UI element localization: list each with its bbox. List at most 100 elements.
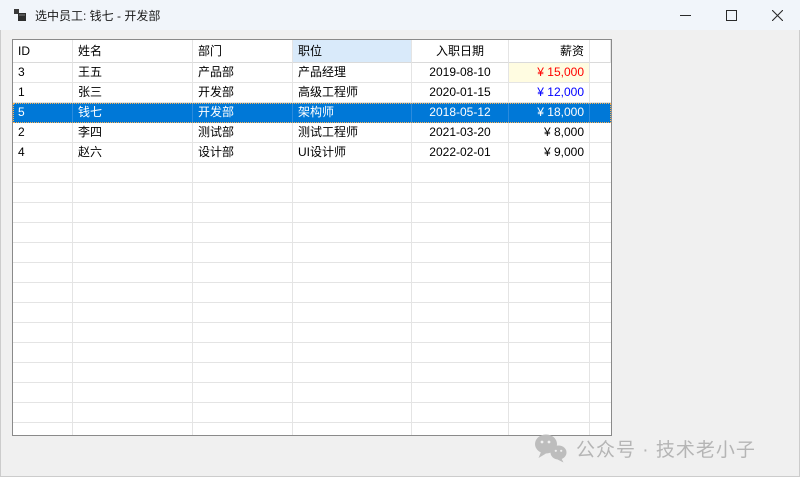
grid-cell[interactable] [193, 383, 293, 403]
grid-cell[interactable] [509, 323, 590, 343]
grid-cell[interactable] [193, 303, 293, 323]
grid-cell[interactable] [293, 163, 412, 183]
grid-cell[interactable] [293, 423, 412, 436]
grid-cell[interactable] [509, 283, 590, 303]
grid-cell[interactable] [73, 223, 193, 243]
grid-cell[interactable] [73, 243, 193, 263]
grid-cell[interactable]: ¥ 8,000 [509, 123, 590, 143]
column-header-1[interactable]: 姓名 [73, 40, 193, 63]
grid-cell[interactable]: ¥ 9,000 [509, 143, 590, 163]
grid-cell[interactable] [13, 263, 73, 283]
grid-cell[interactable]: ¥ 18,000 [509, 103, 590, 123]
column-header-5[interactable]: 薪资 [509, 40, 590, 63]
grid-cell[interactable] [509, 163, 590, 183]
grid-cell[interactable]: 4 [13, 143, 73, 163]
grid-cell[interactable] [509, 223, 590, 243]
grid-cell[interactable]: 产品经理 [293, 63, 412, 83]
grid-cell[interactable] [293, 283, 412, 303]
grid-cell[interactable] [412, 363, 509, 383]
grid-cell[interactable] [293, 363, 412, 383]
empty-row[interactable] [13, 363, 611, 383]
grid-cell[interactable] [193, 263, 293, 283]
grid-cell[interactable] [73, 403, 193, 423]
grid-cell[interactable] [73, 203, 193, 223]
grid-cell[interactable] [73, 303, 193, 323]
empty-row[interactable] [13, 243, 611, 263]
grid-cell[interactable] [13, 303, 73, 323]
grid-cell[interactable] [412, 203, 509, 223]
grid-cell[interactable] [193, 323, 293, 343]
table-row[interactable]: 1张三开发部高级工程师2020-01-15¥ 12,000 [13, 83, 611, 103]
grid-cell[interactable] [293, 223, 412, 243]
grid-cell[interactable] [193, 283, 293, 303]
grid-cell[interactable] [293, 303, 412, 323]
grid-cell[interactable]: 高级工程师 [293, 83, 412, 103]
grid-cell[interactable]: 李四 [73, 123, 193, 143]
grid-cell[interactable] [293, 383, 412, 403]
grid-cell[interactable] [509, 263, 590, 283]
grid-cell[interactable] [509, 203, 590, 223]
empty-row[interactable] [13, 423, 611, 436]
grid-cell[interactable] [509, 383, 590, 403]
grid-cell[interactable]: 2 [13, 123, 73, 143]
grid-cell[interactable] [13, 383, 73, 403]
grid-cell[interactable] [509, 243, 590, 263]
column-header-2[interactable]: 部门 [193, 40, 293, 63]
grid-cell[interactable] [412, 263, 509, 283]
grid-cell[interactable]: 设计部 [193, 143, 293, 163]
grid-cell[interactable] [412, 303, 509, 323]
column-header-4[interactable]: 入职日期 [412, 40, 509, 63]
grid-cell[interactable] [193, 403, 293, 423]
grid-cell[interactable]: ¥ 12,000 [509, 83, 590, 103]
empty-row[interactable] [13, 203, 611, 223]
grid-cell[interactable] [73, 343, 193, 363]
grid-cell[interactable] [293, 183, 412, 203]
grid-cell[interactable] [293, 323, 412, 343]
grid-cell[interactable] [73, 263, 193, 283]
column-header-0[interactable]: ID [13, 40, 73, 63]
grid-cell[interactable] [13, 323, 73, 343]
grid-cell[interactable] [73, 183, 193, 203]
grid-cell[interactable] [509, 403, 590, 423]
grid-cell[interactable] [13, 163, 73, 183]
grid-cell[interactable] [73, 323, 193, 343]
minimize-button[interactable] [662, 0, 708, 30]
grid-cell[interactable]: 开发部 [193, 103, 293, 123]
grid-cell[interactable] [509, 183, 590, 203]
empty-row[interactable] [13, 163, 611, 183]
grid-cell[interactable] [412, 283, 509, 303]
grid-cell[interactable] [412, 403, 509, 423]
empty-row[interactable] [13, 303, 611, 323]
table-row[interactable]: 4赵六设计部UI设计师2022-02-01¥ 9,000 [13, 143, 611, 163]
grid-cell[interactable] [293, 203, 412, 223]
grid-cell[interactable]: ¥ 15,000 [509, 63, 590, 83]
close-button[interactable] [754, 0, 800, 30]
grid-cell[interactable] [412, 183, 509, 203]
grid-cell[interactable]: 王五 [73, 63, 193, 83]
grid-cell[interactable] [73, 423, 193, 436]
grid-cell[interactable]: 钱七 [73, 103, 193, 123]
grid-cell[interactable]: 1 [13, 83, 73, 103]
grid-cell[interactable]: 测试部 [193, 123, 293, 143]
grid-cell[interactable] [13, 223, 73, 243]
grid-cell[interactable] [412, 343, 509, 363]
grid-cell[interactable]: 3 [13, 63, 73, 83]
maximize-button[interactable] [708, 0, 754, 30]
grid-cell[interactable] [193, 163, 293, 183]
grid-cell[interactable] [193, 343, 293, 363]
table-row[interactable]: 5钱七开发部架构师2018-05-12¥ 18,000 [13, 103, 611, 123]
empty-row[interactable] [13, 263, 611, 283]
grid-cell[interactable] [193, 183, 293, 203]
grid-cell[interactable] [412, 223, 509, 243]
grid-cell[interactable] [412, 383, 509, 403]
grid-cell[interactable] [13, 283, 73, 303]
grid-cell[interactable]: 2019-08-10 [412, 63, 509, 83]
grid-cell[interactable] [13, 243, 73, 263]
grid-cell[interactable] [509, 363, 590, 383]
grid-cell[interactable] [412, 323, 509, 343]
empty-row[interactable] [13, 323, 611, 343]
grid-cell[interactable] [193, 203, 293, 223]
grid-cell[interactable] [193, 423, 293, 436]
grid-cell[interactable]: UI设计师 [293, 143, 412, 163]
grid-cell[interactable]: 产品部 [193, 63, 293, 83]
